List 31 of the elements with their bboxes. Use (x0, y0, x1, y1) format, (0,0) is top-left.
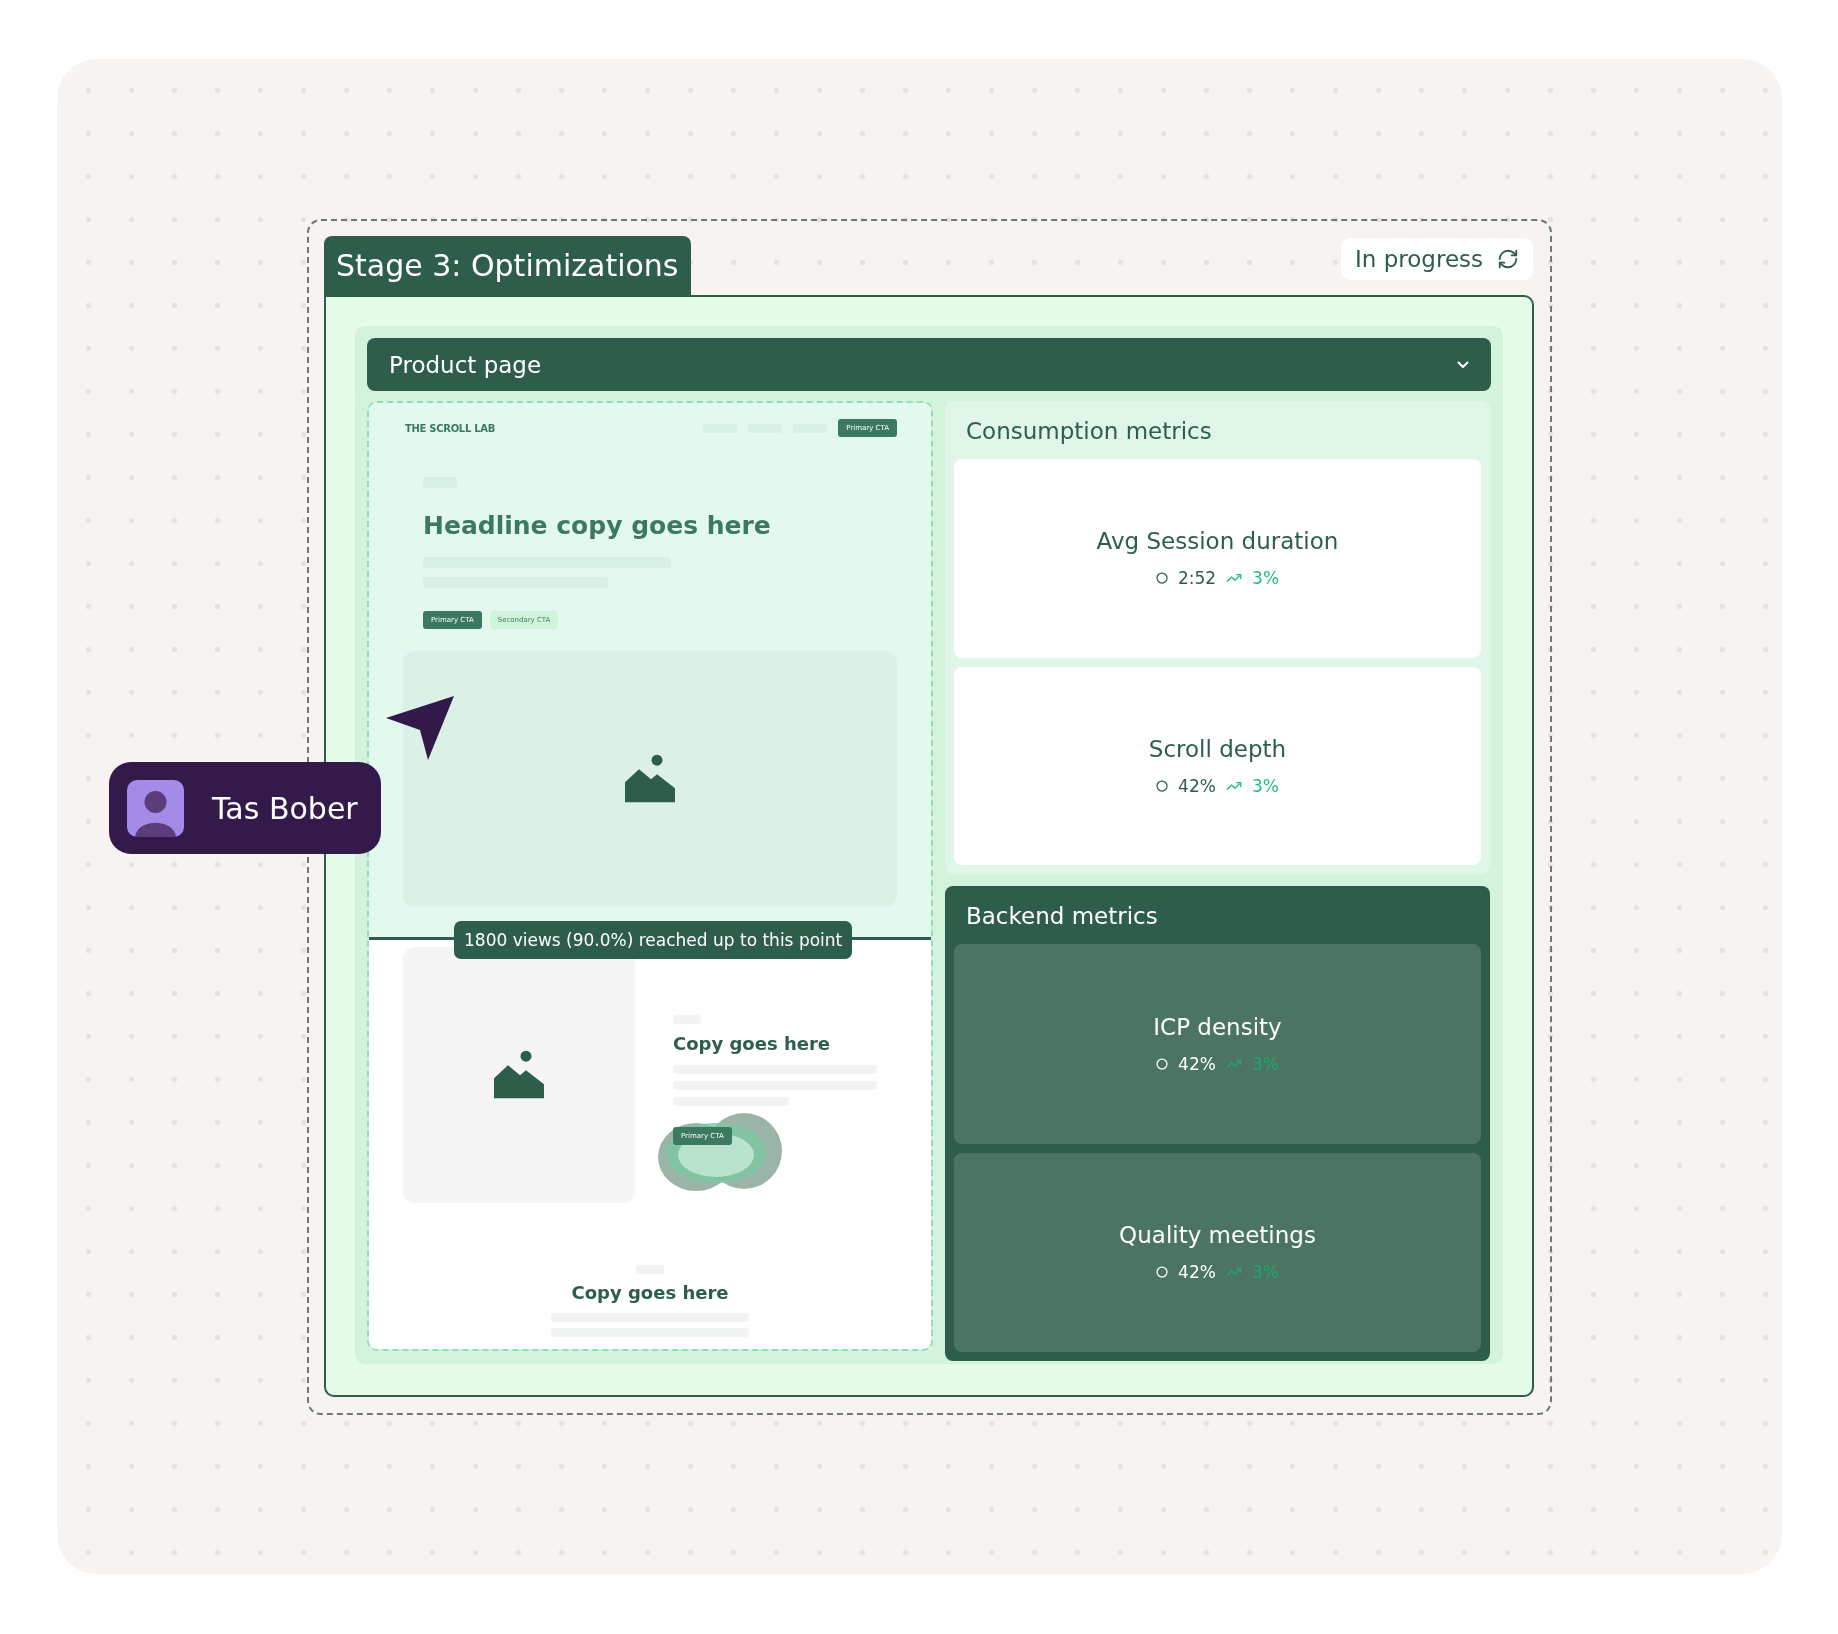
circle-icon (1156, 779, 1169, 792)
footer-title: Copy goes here (571, 1282, 729, 1303)
scroll-depth-label: 1800 views (90.0%) reached up to this point (454, 921, 853, 959)
status-label: In progress (1355, 246, 1483, 272)
image-icon (624, 754, 676, 804)
headline: Headline copy goes here (423, 511, 772, 540)
metric-change: 3% (1251, 775, 1279, 796)
user-name: Tas Bober (212, 790, 358, 826)
refresh-icon (1497, 248, 1519, 270)
page-dropdown[interactable]: Product page (367, 338, 1491, 391)
metric-name: Quality meetings (1119, 1222, 1316, 1249)
circle-icon (1156, 1266, 1169, 1279)
metric-value: 2:52 (1177, 568, 1217, 589)
metric-value: 42% (1178, 1053, 1216, 1074)
circle-icon (1155, 572, 1168, 585)
metric-value: 42% (1178, 775, 1216, 796)
section-title: Copy goes here (673, 1033, 831, 1054)
metric-name: ICP density (1153, 1013, 1282, 1040)
panel-title: Consumption metrics (965, 417, 1213, 446)
chevron-down-icon (1457, 360, 1469, 369)
metric-value: 42% (1178, 1262, 1216, 1283)
panel-title: Backend metrics (965, 902, 1159, 931)
cursor-arrow-icon (384, 694, 456, 762)
logo: THE SCROLL LAB (405, 422, 495, 434)
metric-name: Scroll depth (1148, 735, 1287, 762)
metric-change: 3% (1252, 568, 1280, 589)
stage-title: Stage 3: Optimizations (324, 236, 691, 295)
circle-icon (1156, 1057, 1169, 1070)
image-icon (493, 1050, 545, 1100)
avatar (127, 779, 184, 837)
metric-name: Avg Session duration (1096, 528, 1339, 555)
